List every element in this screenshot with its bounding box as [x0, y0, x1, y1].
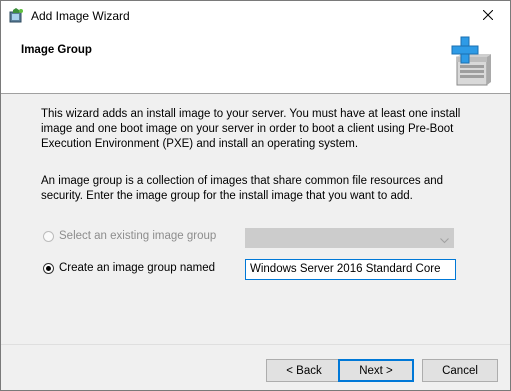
add-image-wizard-window: Add Image Wizard Image Group This wizard…	[0, 0, 511, 391]
wizard-header: Image Group	[1, 31, 510, 94]
new-group-radio[interactable]	[43, 262, 54, 274]
back-button[interactable]: < Back	[266, 359, 342, 382]
footer-divider	[1, 344, 510, 345]
next-button[interactable]: Next >	[338, 359, 414, 382]
image-group-name-input[interactable]: Windows Server 2016 Standard Core	[245, 259, 456, 280]
close-icon	[482, 9, 494, 23]
existing-group-label: Select an existing image group	[59, 230, 217, 242]
new-group-option[interactable]: Create an image group named	[43, 262, 215, 274]
description-text: An image group is a collection of images…	[41, 175, 444, 202]
page-title: Image Group	[21, 44, 92, 56]
existing-group-option[interactable]: Select an existing image group	[43, 230, 216, 242]
intro-text: This wizard adds an install image to you…	[41, 108, 461, 150]
wizard-content: This wizard adds an install image to you…	[1, 94, 510, 344]
existing-group-radio[interactable]	[43, 230, 54, 242]
wds-wizard-icon	[8, 8, 24, 24]
cancel-button[interactable]: Cancel	[422, 359, 498, 382]
existing-group-dropdown[interactable]	[245, 228, 454, 248]
radio-selected-dot	[46, 265, 51, 271]
title-bar: Add Image Wizard	[1, 1, 510, 31]
close-button[interactable]	[466, 1, 510, 31]
window-title: Add Image Wizard	[31, 9, 130, 23]
server-add-icon	[447, 35, 491, 87]
new-group-label: Create an image group named	[59, 262, 215, 274]
chevron-down-icon	[440, 235, 449, 247]
